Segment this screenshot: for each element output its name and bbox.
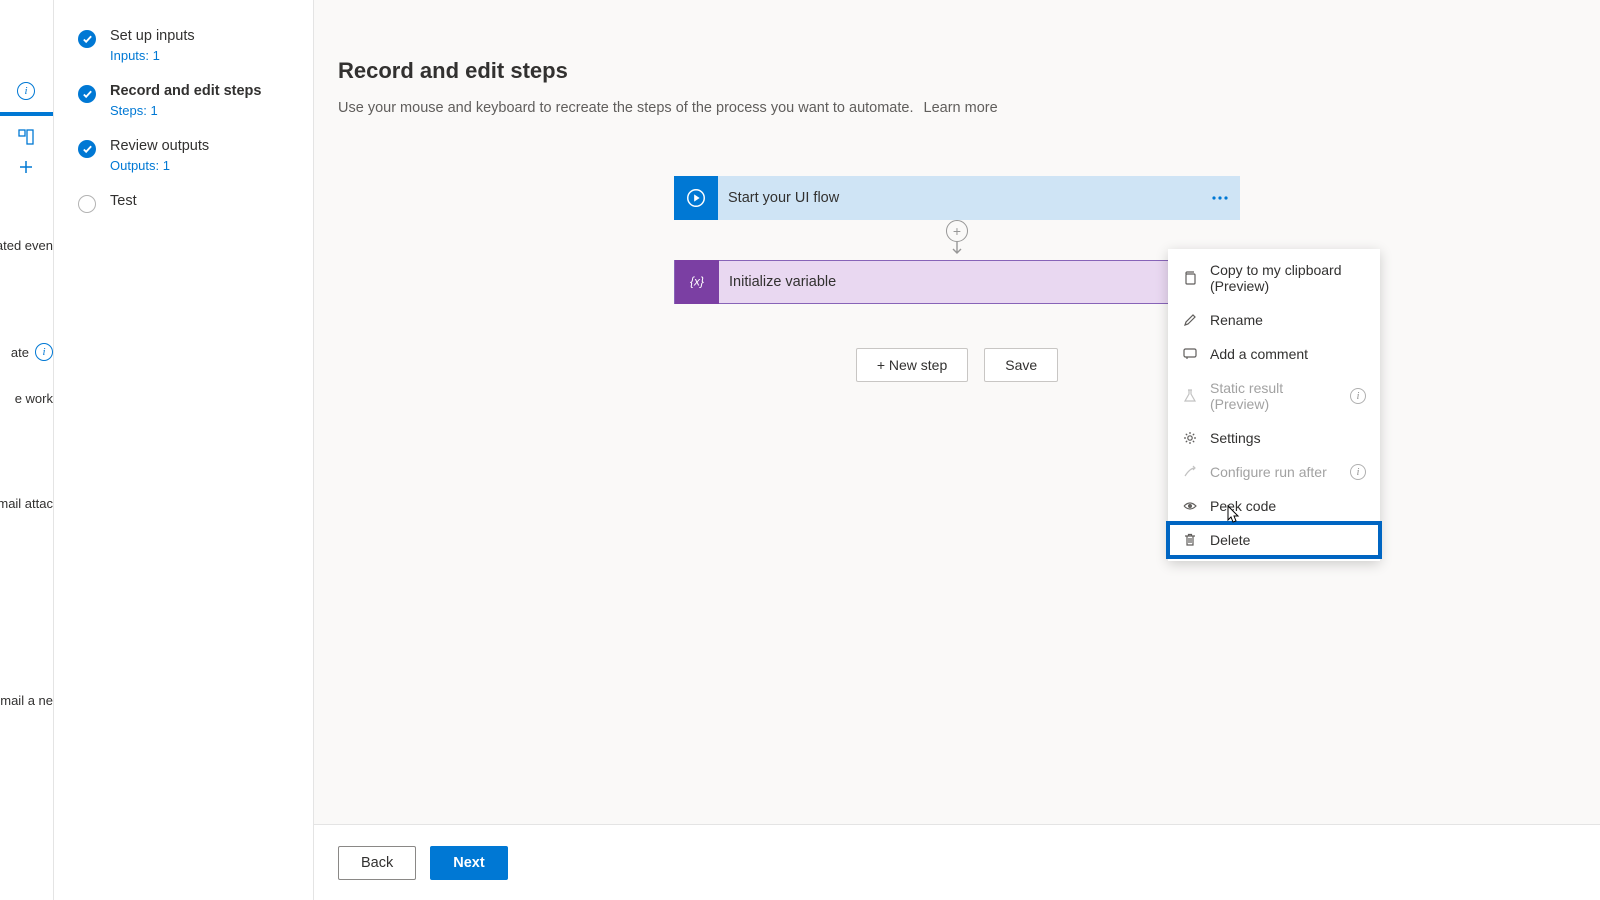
menu-label: Copy to my clipboard (Preview) [1210,262,1366,294]
flow-step-start[interactable]: Start your UI flow [674,176,1240,220]
next-button[interactable]: Next [430,846,507,880]
flask-icon [1182,388,1198,404]
trash-icon [1182,532,1198,548]
check-icon [78,30,96,48]
left-rail-icon-3[interactable] [0,152,53,182]
left-rail-text-3: e work [0,385,53,412]
left-rail-active-indicator [0,112,53,116]
pencil-icon [1182,312,1198,328]
left-rail-icon-1[interactable]: i [0,76,53,106]
menu-label: Delete [1210,532,1366,548]
menu-add-comment[interactable]: Add a comment [1168,337,1380,371]
new-step-button[interactable]: + New step [856,348,968,382]
flow-step-initialize-variable[interactable]: {x} Initialize variable [674,260,1240,304]
wizard-sidebar: Set up inputs Inputs: 1 Record and edit … [54,0,314,900]
eye-icon [1182,498,1198,514]
wizard-step-test[interactable]: Test [78,183,313,223]
flow-canvas: Start your UI flow + {x} Initialize vari… [338,176,1576,382]
check-icon [78,85,96,103]
svg-text:{x}: {x} [690,275,704,289]
menu-label: Settings [1210,430,1366,446]
left-rail-text-2: atei [0,337,53,367]
wizard-step-sub: Steps: 1 [110,103,261,118]
menu-static-result: Static result (Preview) i [1168,371,1380,421]
info-icon: i [35,343,53,361]
copy-icon [1182,270,1198,286]
flow-step-title: Initialize variable [719,274,1197,290]
step-context-menu: Copy to my clipboard (Preview) Rename Ad… [1168,249,1380,561]
plus-icon [17,158,35,176]
variable-icon: {x} [675,260,719,304]
menu-delete[interactable]: Delete [1168,523,1380,557]
wizard-step-inputs[interactable]: Set up inputs Inputs: 1 [78,18,313,73]
comment-icon [1182,346,1198,362]
add-step-inline-button[interactable]: + [946,220,968,242]
back-button[interactable]: Back [338,846,416,880]
wizard-step-outputs[interactable]: Review outputs Outputs: 1 [78,128,313,183]
wizard-footer: Back Next [314,824,1600,900]
menu-settings[interactable]: Settings [1168,421,1380,455]
page-title: Record and edit steps [338,58,1576,84]
wizard-step-sub: Outputs: 1 [110,158,209,173]
wizard-step-title: Review outputs [110,138,209,154]
info-icon: i [1350,464,1366,480]
step-menu-button[interactable] [1200,178,1240,218]
gear-icon [1182,430,1198,446]
arrow-down-icon [950,242,964,260]
left-rail-title: ake a flo [0,16,53,36]
menu-peek-code[interactable]: Peek code [1168,489,1380,523]
pending-icon [78,195,96,213]
learn-more-link[interactable]: Learn more [924,100,998,116]
menu-label: Peek code [1210,498,1366,514]
left-rail-text-5: email a ne [0,687,53,714]
main-panel: Record and edit steps Use your mouse and… [314,0,1600,900]
wizard-step-title: Test [110,193,137,209]
menu-label: Configure run after [1210,464,1338,480]
canvas-action-row: + New step Save [856,348,1058,382]
flow-step-title: Start your UI flow [718,190,1200,206]
left-rail-icon-2[interactable] [0,122,53,152]
menu-configure-run-after: Configure run after i [1168,455,1380,489]
menu-label: Rename [1210,312,1366,328]
wizard-step-record[interactable]: Record and edit steps Steps: 1 [78,73,313,128]
left-rail-text-4: mail attac [0,490,53,517]
info-icon: i [1350,388,1366,404]
info-icon: i [17,82,35,100]
menu-copy-clipboard[interactable]: Copy to my clipboard (Preview) [1168,253,1380,303]
layout-icon [17,128,35,146]
menu-label: Static result (Preview) [1210,380,1338,412]
wizard-step-title: Record and edit steps [110,83,261,99]
left-rail: ake a flo i nated even atei e work mail … [0,0,54,900]
flow-connector: + [946,220,968,260]
left-rail-text-1: nated even [0,232,53,259]
menu-label: Add a comment [1210,346,1366,362]
branch-icon [1182,464,1198,480]
wizard-step-title: Set up inputs [110,28,195,44]
ui-flow-icon [674,176,718,220]
menu-rename[interactable]: Rename [1168,303,1380,337]
page-description: Use your mouse and keyboard to recreate … [338,100,1576,116]
check-icon [78,140,96,158]
wizard-step-sub: Inputs: 1 [110,48,195,63]
canvas-save-button[interactable]: Save [984,348,1058,382]
